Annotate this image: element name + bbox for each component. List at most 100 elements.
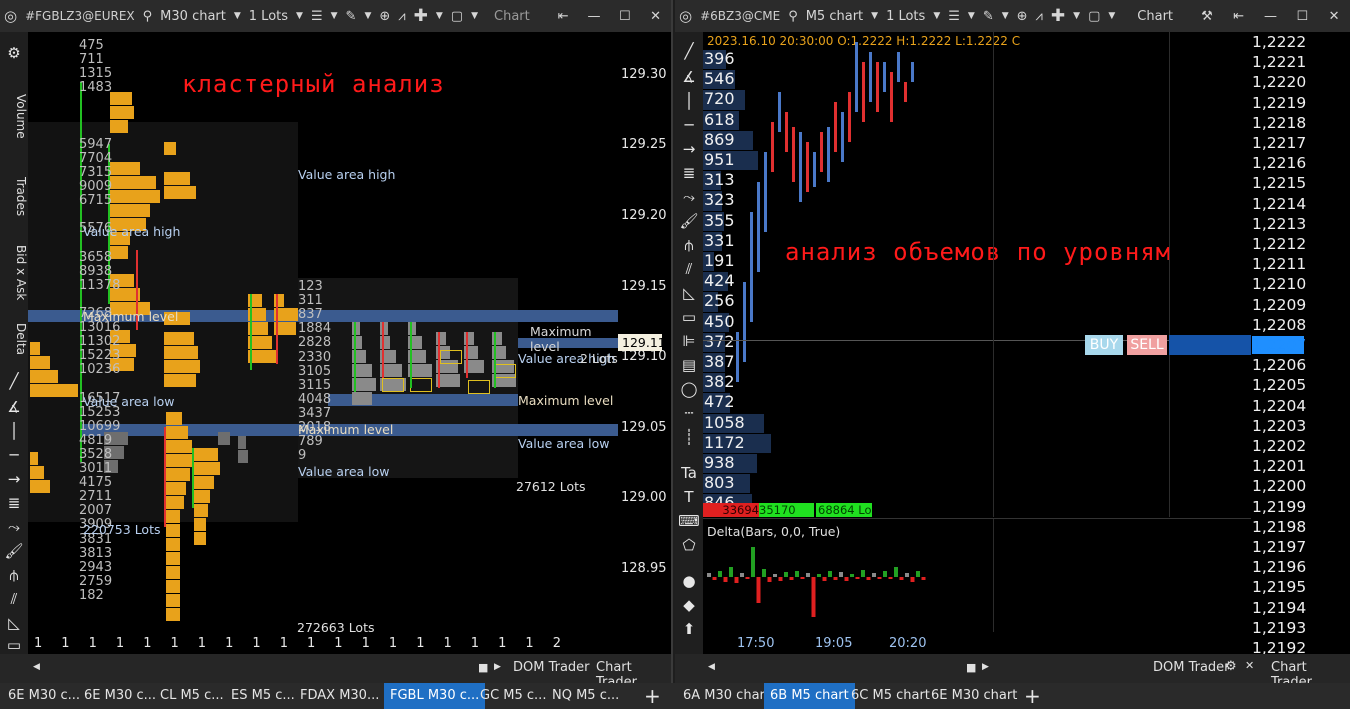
chevron-down-icon[interactable]: ▼	[360, 11, 375, 21]
time-axis[interactable]: 17:50 19:05 20:20	[703, 632, 1251, 654]
vertical-line-icon[interactable]: │	[675, 92, 703, 110]
pencil-icon[interactable]: ✎	[979, 9, 998, 24]
volume-profile-chart[interactable]: 2023.16.10 20:30:00 O:1.2222 H:1.2222 L:…	[703, 32, 1251, 517]
rectangle-icon[interactable]: ▭	[675, 308, 703, 326]
scroll-handle[interactable]: ■	[966, 661, 976, 674]
diamond-icon[interactable]: ◆	[675, 596, 703, 614]
search-icon[interactable]: ⚲	[139, 9, 157, 24]
label-icon[interactable]: ⌨	[675, 512, 703, 530]
chevron-down-icon[interactable]: ▼	[292, 11, 307, 21]
side-tab-bidask[interactable]: Bid x Ask	[0, 238, 28, 308]
cluster-chart[interactable]: кластерный анализ 475 711 1315 1483 5947 7704…	[28, 32, 618, 632]
tab-6c-m5[interactable]: 6C M5 chart	[845, 683, 936, 709]
tab-6a-m30[interactable]: 6A M30 chart	[677, 683, 776, 709]
add-tab-button[interactable]: +	[1018, 683, 1047, 709]
side-tab-trades[interactable]: Trades	[0, 162, 28, 232]
brush-icon[interactable]: 🖌	[0, 542, 28, 560]
channel-icon[interactable]: ⫽	[675, 260, 703, 278]
close-icon[interactable]: ✕	[1318, 9, 1350, 24]
scroll-handle[interactable]: ■	[478, 661, 488, 674]
curve-tool-icon[interactable]: ⤳	[0, 518, 28, 536]
circle-icon[interactable]: ●	[675, 572, 703, 590]
minimize-icon[interactable]: —	[1255, 9, 1287, 24]
time-axis[interactable]: 1 1 1 1 1 1 1 1 1 1 1 1 1 1 1 1 1 1 1 2	[28, 632, 618, 654]
list-icon[interactable]: ☰	[307, 9, 327, 24]
tab-6e-m30[interactable]: 6E M30 chart	[925, 683, 1023, 709]
rectangle-icon[interactable]: ▭	[0, 636, 28, 654]
tab-cl-m5[interactable]: CL M5 c...	[154, 683, 230, 709]
ellipse-icon[interactable]: ◯	[675, 380, 703, 398]
symbol-label[interactable]: #6BZ3@CME	[696, 9, 784, 23]
chevron-down-icon[interactable]: ▼	[1069, 11, 1084, 21]
scroll-left-icon[interactable]: ◀	[708, 662, 715, 672]
chevron-down-icon[interactable]: ▼	[467, 11, 482, 21]
line-tool-icon[interactable]: ╱	[0, 372, 28, 390]
crosshair-icon[interactable]: ✚	[1047, 6, 1069, 26]
fibonacci-icon[interactable]: ≣	[0, 494, 28, 512]
side-tab-volume[interactable]: Volume	[0, 76, 28, 156]
pin-icon[interactable]: ⇤	[1223, 9, 1255, 24]
levels-icon[interactable]: ⊫	[675, 332, 703, 350]
chevron-down-icon[interactable]: ▼	[1104, 11, 1119, 21]
channel-icon[interactable]: ⫽	[0, 590, 28, 608]
symbol-label[interactable]: #FGBLZ3@EUREX	[21, 9, 139, 23]
zoom-icon[interactable]: ⊕	[1013, 9, 1032, 24]
chevron-down-icon[interactable]: ▼	[327, 11, 342, 21]
close-icon[interactable]: ✕	[1245, 659, 1254, 672]
tab-6e-m30[interactable]: 6E M30 c...	[78, 683, 162, 709]
tab-es-m5[interactable]: ES M5 c...	[225, 683, 301, 709]
text-icon[interactable]: T	[675, 488, 703, 506]
add-tab-button[interactable]: +	[638, 683, 667, 709]
pitchfork-icon[interactable]: ⫛	[675, 236, 703, 254]
side-tab-delta[interactable]: Delta	[0, 314, 28, 364]
pitchfork-icon[interactable]: ⫛	[0, 566, 28, 584]
horizontal-line-icon[interactable]: ─	[675, 116, 703, 134]
chart-type-select[interactable]: M5 chart	[802, 9, 867, 24]
chart-button[interactable]: Chart	[1133, 9, 1177, 24]
chart-trader-button[interactable]: Chart Trader	[596, 660, 671, 683]
histogram-icon[interactable]: ▤	[675, 356, 703, 374]
maximize-icon[interactable]: ☐	[609, 9, 640, 24]
arrow-up-icon[interactable]: ⬆	[675, 620, 703, 638]
tab-6e-m30[interactable]: 6E M30 c...	[2, 683, 86, 709]
dotted-vertical-icon[interactable]: ┊	[675, 428, 703, 446]
lots-select[interactable]: 1 Lots	[882, 9, 929, 24]
minimize-icon[interactable]: —	[579, 9, 610, 24]
crosshair-icon[interactable]: ✚	[410, 6, 432, 26]
scroll-left-icon[interactable]: ◀	[33, 662, 40, 672]
tab-fgbl-m30[interactable]: FGBL M30 c...	[384, 683, 486, 709]
curve-tool-icon[interactable]: ⤳	[675, 188, 703, 206]
price-axis[interactable]: 129.30 129.25 129.20 129.15 129.10 129.0…	[618, 32, 671, 632]
chart-trader-button[interactable]: Chart Trader	[1271, 660, 1350, 683]
indicator-icon[interactable]: ⩘	[1032, 9, 1047, 24]
maximize-icon[interactable]: ☐	[1286, 9, 1318, 24]
chevron-down-icon[interactable]: ▼	[230, 11, 245, 21]
scroll-right-icon[interactable]: ▶	[982, 662, 989, 672]
dom-trader-button[interactable]: DOM Trader	[513, 660, 590, 675]
horizontal-line-icon[interactable]: ─	[0, 446, 28, 464]
chevron-down-icon[interactable]: ▼	[929, 11, 944, 21]
dom-trader-button[interactable]: DOM Trader	[1153, 660, 1230, 675]
window-icon[interactable]: ▢	[447, 9, 467, 24]
tab-6b-m5[interactable]: 6B M5 chart	[764, 683, 855, 709]
delta-panel[interactable]: Delta(Bars, 0,0, True)	[703, 518, 1251, 633]
gear-icon[interactable]: ⚙	[1225, 659, 1237, 674]
chevron-down-icon[interactable]: ▼	[964, 11, 979, 21]
chevron-down-icon[interactable]: ▼	[867, 11, 882, 21]
fibonacci-icon[interactable]: ≣	[675, 164, 703, 182]
vertical-line-icon[interactable]: │	[0, 422, 28, 440]
arrow-right-icon[interactable]: →	[675, 140, 703, 158]
triangle-icon[interactable]: ◺	[0, 614, 28, 632]
tab-fdax-m30[interactable]: FDAX M30...	[294, 683, 385, 709]
tab-gc-m5[interactable]: GC M5 c...	[474, 683, 552, 709]
brush-icon[interactable]: 🖌	[675, 212, 703, 230]
triangle-icon[interactable]: ◺	[675, 284, 703, 302]
price-axis[interactable]: 1,2222 1,2221 1,2220 1,2219 1,2218 1,2217 1,22…	[1251, 32, 1350, 657]
pencil-icon[interactable]: ✎	[342, 9, 361, 24]
search-icon[interactable]: ⚲	[784, 9, 802, 24]
window-icon[interactable]: ▢	[1084, 9, 1104, 24]
gear-icon[interactable]: ⚙	[0, 44, 28, 62]
tab-nq-m5[interactable]: NQ M5 c...	[546, 683, 625, 709]
chevron-down-icon[interactable]: ▼	[432, 11, 447, 21]
pin-icon[interactable]: ⇤	[548, 9, 579, 24]
